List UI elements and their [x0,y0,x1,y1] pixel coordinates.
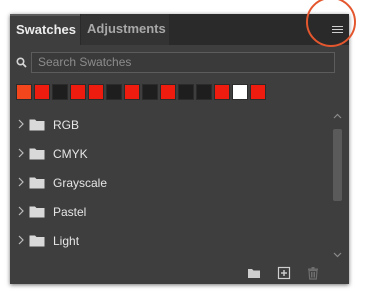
swatch-group-list: RGB CMYK Grayscale Pastel Light [10,111,332,261]
folder-icon [29,119,45,131]
new-group-icon[interactable] [247,266,261,280]
swatch-group-label: Pastel [53,205,87,219]
swatch[interactable] [232,84,248,100]
chevron-right-icon[interactable] [18,206,24,216]
swatch-group-label: Grayscale [53,176,108,190]
swatch[interactable] [178,84,194,100]
chevron-right-icon[interactable] [18,119,24,129]
swatch[interactable] [106,84,122,100]
recent-swatches-row [16,84,268,100]
swatch-group-item[interactable]: CMYK [10,140,332,169]
new-swatch-icon[interactable] [277,266,291,280]
swatch[interactable] [16,84,32,100]
scrollbar[interactable] [332,111,343,261]
swatch[interactable] [124,84,140,100]
scroll-up-icon[interactable] [333,113,342,119]
tab-swatches[interactable]: Swatches [10,14,80,45]
folder-icon [29,235,45,247]
chevron-right-icon[interactable] [18,177,24,187]
folder-icon [29,148,45,160]
swatch-group-label: RGB [53,118,80,132]
swatch[interactable] [70,84,86,100]
chevron-right-icon[interactable] [18,235,24,245]
panel-menu-icon[interactable] [332,26,343,34]
swatch[interactable] [142,84,158,100]
swatch-group-label: CMYK [53,147,88,161]
swatch-group-item[interactable]: Light [10,227,332,256]
swatch-group-item[interactable]: RGB [10,111,332,140]
search-input[interactable]: Search Swatches [31,52,335,73]
scroll-down-icon[interactable] [333,252,342,258]
swatch-group-label: Light [53,234,80,248]
tab-adjustments[interactable]: Adjustments [81,14,169,45]
folder-icon [29,177,45,189]
search-icon [16,57,27,68]
delete-icon[interactable] [306,266,320,280]
chevron-right-icon[interactable] [18,148,24,158]
swatch-group-item[interactable]: Grayscale [10,169,332,198]
folder-icon [29,206,45,218]
panel-footer [10,263,349,284]
scrollbar-thumb[interactable] [333,129,342,201]
swatch[interactable] [34,84,50,100]
swatch[interactable] [160,84,176,100]
swatch[interactable] [250,84,266,100]
swatch[interactable] [88,84,104,100]
swatch-group-item[interactable]: Pastel [10,198,332,227]
swatch[interactable] [52,84,68,100]
swatch[interactable] [196,84,212,100]
panel-tab-bar: Swatches Adjustments [10,14,349,45]
swatches-panel: Swatches Adjustments Search Swatches RGB… [10,14,349,284]
swatch[interactable] [214,84,230,100]
